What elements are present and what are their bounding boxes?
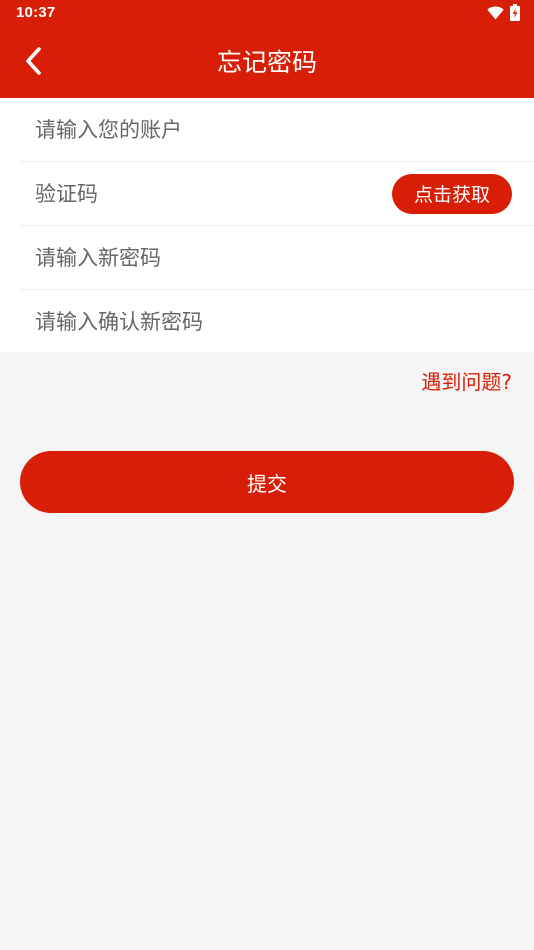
confirm-password-input[interactable] [20, 290, 534, 353]
form-card: 点击获取 [0, 98, 534, 353]
account-row [20, 98, 534, 162]
submit-button[interactable]: 提交 [20, 451, 514, 513]
back-button[interactable] [14, 43, 54, 83]
verification-code-row: 点击获取 [20, 162, 534, 226]
verification-code-input[interactable] [20, 162, 392, 225]
help-link[interactable]: 遇到问题? [421, 366, 512, 395]
status-time: 10:37 [16, 4, 56, 21]
app-bar: 忘记密码 [0, 28, 534, 98]
new-password-input[interactable] [20, 226, 534, 289]
wifi-icon [487, 5, 504, 24]
new-password-row [20, 226, 534, 290]
account-input[interactable] [20, 98, 534, 161]
confirm-password-row [20, 290, 534, 353]
get-code-button[interactable]: 点击获取 [392, 173, 512, 214]
battery-charging-icon [510, 3, 520, 25]
status-bar: 10:37 [0, 0, 534, 28]
page-title: 忘记密码 [216, 48, 317, 77]
chevron-left-icon [24, 46, 44, 80]
status-icons [487, 3, 520, 25]
